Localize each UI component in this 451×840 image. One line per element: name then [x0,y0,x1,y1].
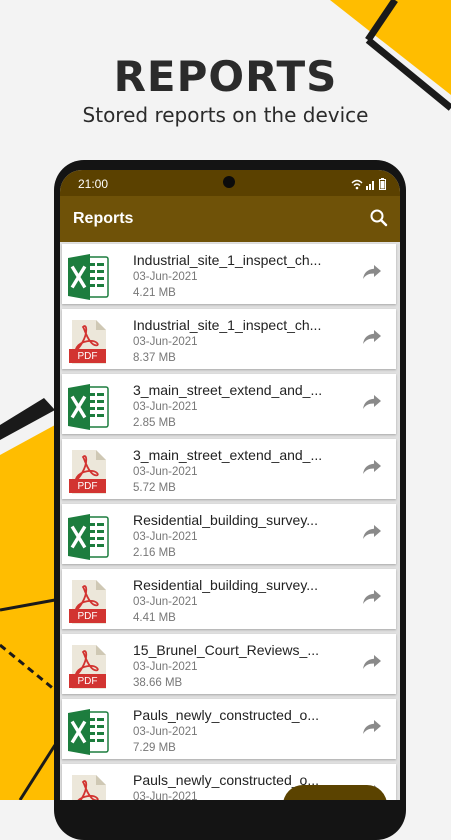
share-icon[interactable] [362,458,382,476]
report-file-size: 5.72 MB [133,482,176,494]
status-icons [351,176,386,190]
report-file-size: 2.16 MB [133,547,176,559]
report-list-item[interactable]: PDF 15_Brunel_Court_Reviews_... 03-Jun-202… [62,634,396,694]
pdf-file-icon: PDF [66,774,110,800]
report-date: 03-Jun-2021 [133,466,198,478]
pdf-badge: PDF [77,481,98,492]
report-date: 03-Jun-2021 [133,661,198,673]
excel-file-icon [66,384,110,430]
report-file-size: 8.37 MB [133,352,176,364]
phone-screen: 21:00 Reports Industrial_site_1_inspect_… [60,170,400,800]
signal-icon [366,181,374,190]
front-camera [223,176,235,188]
report-date: 03-Jun-2021 [133,726,198,738]
excel-file-icon [66,254,110,300]
report-list-item[interactable]: Residential_building_survey... 03-Jun-202… [62,504,396,564]
report-file-size: 7.29 MB [133,742,176,754]
excel-file-icon [66,709,110,755]
report-file-name: 3_main_street_extend_and_... [133,382,323,398]
report-list-item[interactable]: PDF Residential_building_survey... 03-Jun-… [62,569,396,629]
pdf-badge: PDF [77,611,98,622]
report-date: 03-Jun-2021 [133,401,198,413]
report-date: 03-Jun-2021 [133,791,198,800]
share-icon[interactable] [362,263,382,281]
status-bar: 21:00 [60,170,400,196]
report-date: 03-Jun-2021 [133,596,198,608]
report-list-item[interactable]: PDF 3_main_street_extend_and_... 03-Jun-20… [62,439,396,499]
pdf-badge: PDF [77,351,98,362]
share-icon[interactable] [362,718,382,736]
battery-icon [379,178,386,190]
report-list-item[interactable]: Industrial_site_1_inspect_ch... 03-Jun-20… [62,244,396,304]
app-bar: Reports [60,196,400,242]
share-icon[interactable] [362,588,382,606]
report-list-item[interactable]: PDF Industrial_site_1_inspect_ch... 03-Jun… [62,309,396,369]
pdf-file-icon: PDF [66,644,110,690]
report-file-size: 2.85 MB [133,417,176,429]
search-icon[interactable] [368,207,390,229]
report-file-name: Pauls_newly_constructed_o... [133,772,319,788]
report-date: 03-Jun-2021 [133,336,198,348]
report-file-size: 38.66 MB [133,677,183,689]
share-icon[interactable] [362,523,382,541]
report-date: 03-Jun-2021 [133,271,198,283]
pdf-file-icon: PDF [66,319,110,365]
excel-file-icon [66,514,110,560]
share-icon[interactable] [362,328,382,346]
report-file-size: 4.21 MB [133,287,176,299]
promo-subtitle: Stored reports on the device [82,103,369,127]
status-time: 21:00 [78,177,109,191]
promo-title: REPORTS [113,52,338,101]
report-file-name: 3_main_street_extend_and_... [133,447,323,463]
floating-action-button[interactable] [283,785,387,800]
pdf-file-icon: PDF [66,579,110,625]
pdf-badge: PDF [77,676,98,687]
report-date: 03-Jun-2021 [133,531,198,543]
report-file-name: Residential_building_survey... [133,512,318,528]
share-icon[interactable] [362,653,382,671]
app-bar-title: Reports [73,210,134,227]
share-icon[interactable] [362,393,382,411]
report-file-name: Residential_building_survey... [133,577,318,593]
report-list-item[interactable]: 3_main_street_extend_and_... 03-Jun-2021 2… [62,374,396,434]
report-list-item[interactable]: Pauls_newly_constructed_o... 03-Jun-2021 7… [62,699,396,759]
report-file-name: 15_Brunel_Court_Reviews_... [133,642,319,658]
report-file-name: Pauls_newly_constructed_o... [133,707,319,723]
report-file-size: 4.41 MB [133,612,176,624]
wifi-icon [351,179,363,190]
report-file-name: Industrial_site_1_inspect_ch... [133,252,322,268]
pdf-file-icon: PDF [66,449,110,495]
report-file-name: Industrial_site_1_inspect_ch... [133,317,322,333]
